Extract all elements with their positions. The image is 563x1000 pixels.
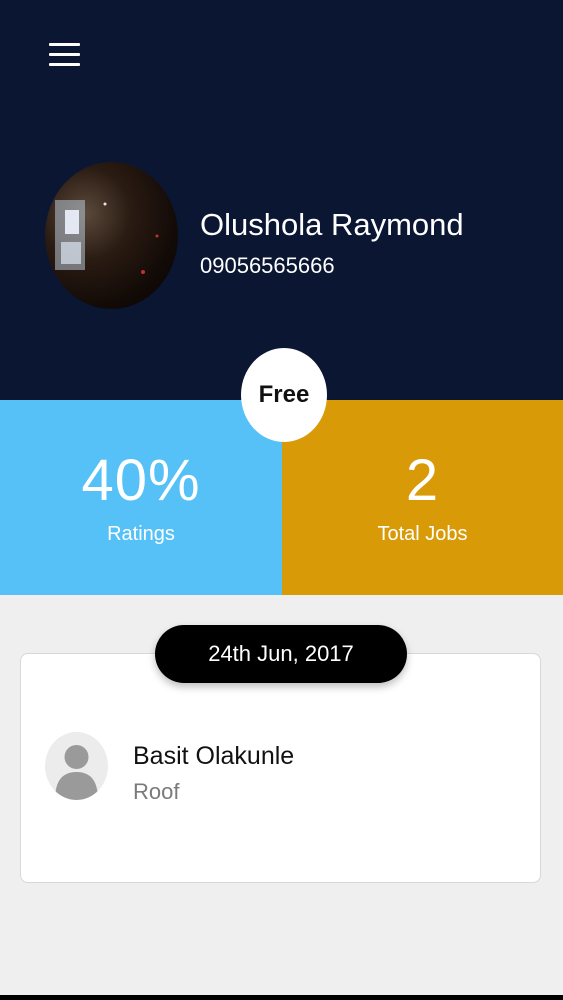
- total-jobs-stat[interactable]: 2 Total Jobs: [282, 400, 563, 595]
- person-silhouette-icon: [55, 745, 98, 800]
- menu-icon-bar: [49, 53, 80, 56]
- job-category: Roof: [133, 779, 180, 804]
- menu-icon-bar: [49, 63, 80, 66]
- ratings-label: Ratings: [107, 523, 175, 545]
- job-customer-name: Basit Olakunle: [133, 742, 295, 770]
- bottom-edge: [0, 995, 563, 1000]
- menu-button[interactable]: [46, 40, 84, 72]
- profile-photo-icon: [55, 200, 159, 274]
- profile-header: Olushola Raymond 09056565666: [0, 0, 563, 400]
- plan-badge: Free: [241, 348, 327, 442]
- job-customer-avatar: [45, 732, 108, 800]
- user-phone: 09056565666: [200, 253, 335, 278]
- user-name: Olushola Raymond: [200, 207, 464, 242]
- profile-avatar[interactable]: [45, 162, 178, 309]
- total-jobs-value: 2: [405, 448, 440, 513]
- ratings-stat[interactable]: 40% Ratings: [0, 400, 282, 595]
- job-date-pill: 24th Jun, 2017: [155, 625, 407, 683]
- total-jobs-label: Total Jobs: [377, 523, 468, 545]
- menu-icon-bar: [49, 43, 80, 46]
- ratings-value: 40%: [81, 448, 201, 513]
